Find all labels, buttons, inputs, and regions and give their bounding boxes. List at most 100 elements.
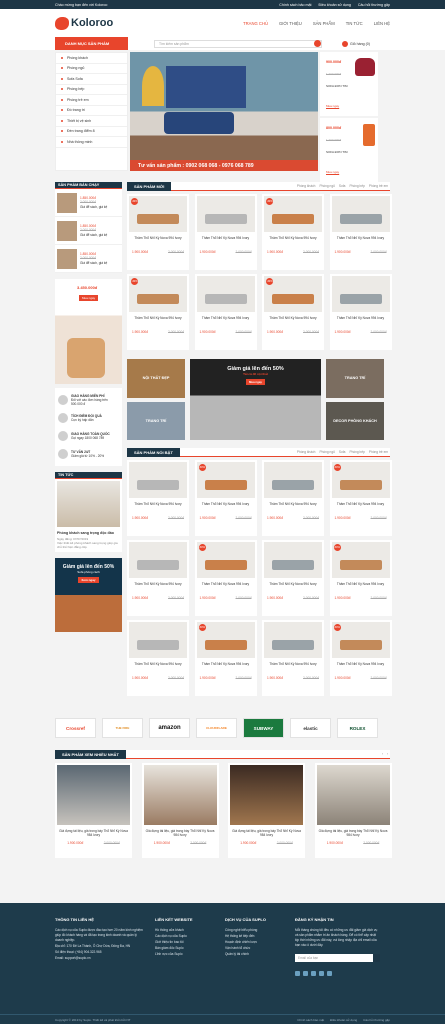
product-card[interactable]: Thảm Thổ Nhĩ Kỳ Nova 994 Ivory 1.900.000đ… — [194, 274, 257, 350]
category-item[interactable]: Đồ trang trí — [56, 106, 127, 116]
bestseller-item[interactable]: 1.850.000đ 2.000.000đ Giá để sách, giá kệ — [55, 189, 122, 217]
viewed-card[interactable]: Giá đựng tài liệu, giá trong bày Thổ Nhĩ… — [228, 763, 305, 858]
footer-link[interactable]: Quản lý tài chính — [225, 952, 285, 957]
viewed-name[interactable]: Giá đựng tài liệu, giá trong bày Thổ Nhĩ… — [144, 829, 217, 837]
tab-kids[interactable]: Phòng trẻ em — [369, 450, 388, 454]
footer-bottom-link[interactable]: Chính sách bảo mật — [297, 1018, 324, 1022]
search-input[interactable]: Tìm kiếm sản phẩm — [154, 39, 322, 48]
partner-logo[interactable]: elastic — [290, 718, 331, 738]
news-image[interactable] — [57, 481, 120, 527]
tab-living[interactable]: Phòng khách — [297, 450, 316, 454]
product-card[interactable]: -30% Thảm Thổ Nhĩ Kỳ Nova 994 Ivory 1.900.… — [194, 620, 257, 696]
product-name[interactable]: Thảm Thổ Nhĩ Kỳ Nova 994 Ivory — [129, 316, 187, 325]
sale-button[interactable]: Xem ngay — [78, 577, 99, 583]
product-card[interactable]: Thảm Thổ Nhĩ Kỳ Nova 994 Ivory 1.900.000đ… — [329, 274, 392, 350]
nav-news[interactable]: TIN TỨC — [346, 21, 363, 26]
product-name[interactable]: Thảm Thổ Nhĩ Kỳ Nova 994 Ivory — [264, 662, 322, 671]
hero-slider[interactable]: Tư vấn sản phẩm : 0902 068 068 - 0976 06… — [130, 52, 318, 171]
category-item[interactable]: Nhà thông minh — [56, 137, 127, 148]
footer-link[interactable]: Hồ thống cửa khách — [155, 928, 215, 933]
viewed-name[interactable]: Giá đựng tài liệu, giá trong bày Thổ Nhĩ… — [317, 829, 390, 837]
footer-link[interactable]: Giới thiệu tin bao tôi — [155, 940, 215, 945]
promo-button[interactable]: Mua ngay — [79, 295, 99, 301]
product-name[interactable]: Thảm Thổ Nhĩ Kỳ Nova 994 Ivory — [197, 662, 255, 671]
product-card[interactable]: Thảm Thổ Nhĩ Kỳ Nova 994 Ivory 1.900.000đ… — [262, 620, 324, 696]
footer-bottom-link[interactable]: Câu hỏi thường gặp — [363, 1018, 390, 1022]
product-name[interactable]: Thảm Thổ Nhĩ Kỳ Nova 994 Ivory — [197, 582, 255, 591]
footer-link[interactable]: Hệ thống kế tiếp đến — [225, 934, 285, 939]
top-link-terms[interactable]: Điều khoản sử dụng — [318, 3, 350, 7]
category-item[interactable]: Phòng ngủ — [56, 64, 127, 74]
nav-products[interactable]: SẢN PHẨM — [313, 21, 335, 26]
product-card[interactable]: -30% Thảm Thổ Nhĩ Kỳ Nova 994 Ivory 1.900.… — [262, 274, 324, 350]
banner-trang-tri-2[interactable]: TRANG TRÍ — [326, 359, 384, 398]
tab-sofa[interactable]: Sofa — [339, 184, 346, 188]
newsletter-email-input[interactable]: Email của bạn — [295, 954, 380, 962]
product-card[interactable]: -30% Thảm Thổ Nhĩ Kỳ Nova 994 Ivory 1.900.… — [329, 620, 392, 696]
top-link-privacy[interactable]: Chính sách bảo mật — [279, 3, 311, 7]
banner-center-button[interactable]: Mua ngay — [246, 379, 265, 385]
send-icon[interactable] — [373, 954, 380, 962]
category-item[interactable]: Phòng khách — [56, 53, 127, 64]
footer-link[interactable]: Vận hành tổ chức — [225, 946, 285, 951]
product-card[interactable]: Thảm Thổ Nhĩ Kỳ Nova 994 Ivory 1.900.000đ… — [262, 460, 324, 536]
banner-trang-tri[interactable]: TRANG TRÍ — [127, 401, 185, 440]
product-card[interactable]: Thảm Thổ Nhĩ Kỳ Nova 994 Ivory 1.900.000đ… — [262, 540, 324, 616]
product-card[interactable]: Thảm Thổ Nhĩ Kỳ Nova 994 Ivory 1.900.000đ… — [127, 620, 189, 696]
product-card[interactable]: -30% Thảm Thổ Nhĩ Kỳ Nova 994 Ivory 1.900.… — [127, 274, 189, 350]
sale-banner[interactable]: Giảm giá lên đến 50% Sofa phòng cách Xem n… — [55, 558, 122, 632]
product-card[interactable]: -30% Thảm Thổ Nhĩ Kỳ Nova 994 Ivory 1.900.… — [262, 194, 324, 270]
viewed-card[interactable]: Giá đựng tài liệu, giá trong bày Thổ Nhĩ… — [141, 763, 219, 858]
product-card[interactable]: Thảm Thổ Nhĩ Kỳ Nova 994 Ivory 1.900.000đ… — [194, 194, 257, 270]
product-name[interactable]: Thảm Thổ Nhĩ Kỳ Nova 994 Ivory — [129, 236, 187, 245]
product-name[interactable]: Thảm Thổ Nhĩ Kỳ Nova 994 Ivory — [264, 582, 322, 591]
product-name[interactable]: Thảm Thổ Nhĩ Kỳ Nova 994 Ivory — [197, 502, 255, 511]
product-card[interactable]: -30% Thảm Thổ Nhĩ Kỳ Nova 994 Ivory 1.900.… — [194, 460, 257, 536]
product-name[interactable]: Thảm Thổ Nhĩ Kỳ Nova 994 Ivory — [197, 316, 255, 325]
footer-link[interactable]: Hoạch định chiến lược — [225, 940, 285, 945]
cart[interactable]: Giỏ hàng (0) — [342, 40, 370, 47]
viewed-card[interactable]: Giá đựng tài liệu, giá trong bày Thổ Nhĩ… — [314, 763, 392, 858]
product-name[interactable]: Thảm Thổ Nhĩ Kỳ Nova 994 Ivory — [332, 582, 390, 591]
instagram-icon[interactable] — [327, 971, 332, 976]
banner-decor[interactable]: NỘI THẤT ĐẸP — [127, 359, 185, 398]
viewed-card[interactable]: Giá đựng tài liệu, giá trong bày Thổ Nhĩ… — [55, 763, 132, 858]
bestseller-item[interactable]: 1.850.000đ 2.000.000đ Giá để sách, giá kệ — [55, 245, 122, 273]
tab-bedroom[interactable]: Phòng ngủ — [319, 450, 334, 454]
news-headline[interactable]: Phòng khách sang trọng độc đáo — [55, 529, 122, 537]
youtube-icon[interactable] — [319, 971, 324, 976]
top-link-faq[interactable]: Câu hỏi thường gặp — [358, 3, 390, 7]
prev-arrow-icon[interactable]: ‹ — [382, 752, 383, 756]
product-name[interactable]: Thảm Thổ Nhĩ Kỳ Nova 994 Ivory — [264, 316, 322, 325]
partner-logo[interactable]: amazon — [149, 718, 190, 738]
product-name[interactable]: Thảm Thổ Nhĩ Kỳ Nova 994 Ivory — [332, 662, 390, 671]
category-menu-button[interactable]: DANH MỤC SẢN PHẨM — [55, 37, 128, 50]
bestseller-item[interactable]: 1.850.000đ 2.000.000đ Giá để sách, giá kệ — [55, 217, 122, 245]
nav-contact[interactable]: LIÊN HỆ — [374, 21, 390, 26]
category-item[interactable]: Đèn trang điểm 8 — [56, 127, 127, 137]
tab-living[interactable]: Phòng khách — [297, 184, 316, 188]
product-name[interactable]: Thảm Thổ Nhĩ Kỳ Nova 994 Ivory — [129, 662, 187, 671]
product-name[interactable]: Thảm Thổ Nhĩ Kỳ Nova 994 Ivory — [264, 502, 322, 511]
product-name[interactable]: Thảm Thổ Nhĩ Kỳ Nova 994 Ivory — [332, 236, 390, 245]
tab-bedroom[interactable]: Phòng ngủ — [319, 184, 334, 188]
footer-link[interactable]: Bán giám đốc Suplo — [155, 946, 215, 951]
product-name[interactable]: Thảm Thổ Nhĩ Kỳ Nova 994 Ivory — [332, 316, 390, 325]
product-card[interactable]: -30% Thảm Thổ Nhĩ Kỳ Nova 994 Ivory 1.900.… — [127, 194, 189, 270]
tab-kids[interactable]: Phòng trẻ em — [369, 184, 388, 188]
footer-link[interactable]: Lĩnh vực của Suplo — [155, 952, 215, 957]
footer-bottom-link[interactable]: Điều khoản sử dụng — [330, 1018, 357, 1022]
nav-home[interactable]: TRANG CHỦ — [243, 21, 268, 26]
product-card[interactable]: -30% Thảm Thổ Nhĩ Kỳ Nova 994 Ivory 1.900.… — [329, 540, 392, 616]
side-ad[interactable]: 900.000đ 1.200.000đ SOFA ĐƠN TIM Mua ngay — [320, 52, 378, 116]
viewed-name[interactable]: Giá đựng tài liệu, giá trong bày Thổ Nhĩ… — [57, 829, 130, 837]
banner-sale-center[interactable]: Giảm giá lên đến 50% Tất cả đồ nội thất Mu… — [190, 359, 321, 440]
search-icon[interactable] — [314, 40, 321, 47]
ad-buy-link[interactable]: Mua ngay — [323, 166, 375, 178]
product-card[interactable]: -30% Thảm Thổ Nhĩ Kỳ Nova 994 Ivory 1.900.… — [194, 540, 257, 616]
product-name[interactable]: Thảm Thổ Nhĩ Kỳ Nova 994 Ivory — [264, 236, 322, 245]
product-card[interactable]: Thảm Thổ Nhĩ Kỳ Nova 994 Ivory 1.900.000đ… — [127, 540, 189, 616]
partner-logo[interactable]: Crossref — [55, 718, 96, 738]
product-name[interactable]: Thảm Thổ Nhĩ Kỳ Nova 994 Ivory — [197, 236, 255, 245]
partner-logo[interactable]: ROLEX — [337, 718, 378, 738]
